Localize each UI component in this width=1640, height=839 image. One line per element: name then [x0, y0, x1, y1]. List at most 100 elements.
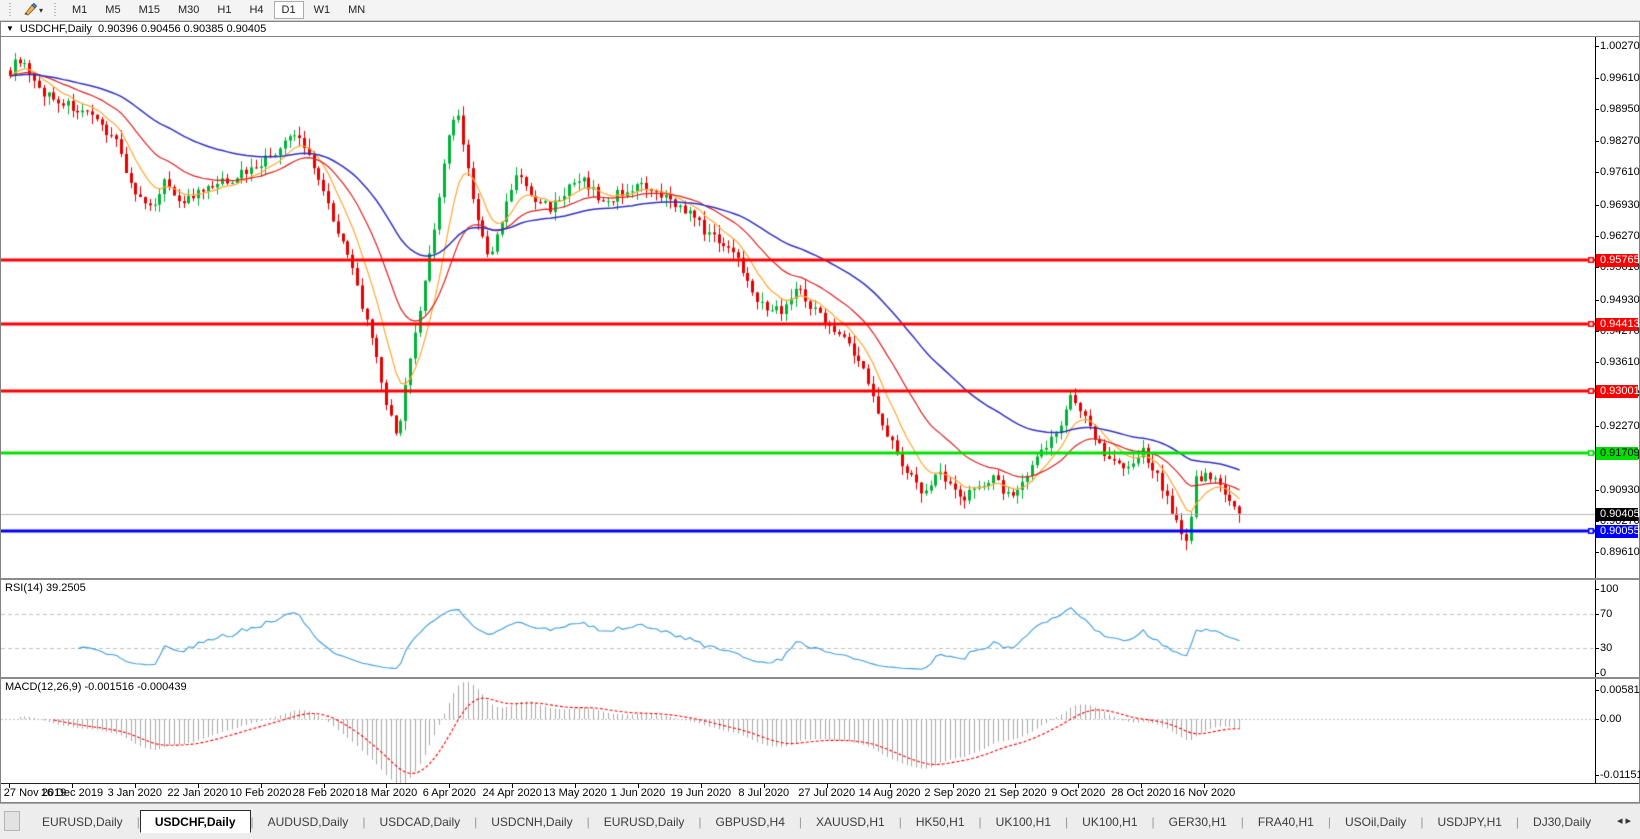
macd-canvas[interactable]: [1, 679, 1596, 783]
price-axis-tick: 1.00270: [1600, 40, 1640, 52]
rsi-axis-tick: 0: [1600, 667, 1606, 679]
timeframe-button-w1[interactable]: W1: [306, 1, 339, 19]
chart-tab-uk100-h1[interactable]: UK100,H1: [982, 810, 1065, 833]
axis-tick-mark: [1596, 673, 1599, 674]
rsi-canvas[interactable]: [1, 580, 1596, 677]
date-axis-label: 28 Oct 2020: [1111, 787, 1171, 799]
chart-tab-hk50-h1[interactable]: HK50,H1: [902, 810, 979, 833]
date-tick-mark: [827, 784, 828, 788]
date-tick-mark: [72, 784, 73, 788]
axis-tick-mark: [1596, 141, 1599, 142]
axis-tick-mark: [1596, 521, 1599, 522]
timeframe-button-m30[interactable]: M30: [170, 1, 207, 19]
chart-tab-eurusd-daily[interactable]: EURUSD,Daily: [28, 810, 137, 833]
macd-axis[interactable]: 0.0058180.00-0.011514: [1595, 679, 1639, 783]
chart-tab-bar: EURUSD,Daily|USDCHF,Daily|AUDUSD,Daily|U…: [0, 803, 1640, 839]
date-tick-mark: [1141, 784, 1142, 788]
axis-tick-mark: [1596, 552, 1599, 553]
date-axis-label: 1 Jun 2020: [611, 787, 665, 799]
date-axis-label: 16 Dec 2019: [41, 787, 103, 799]
date-tick-mark: [953, 784, 954, 788]
timeframe-button-mn[interactable]: MN: [340, 1, 373, 19]
date-axis-label: 22 Jan 2020: [167, 787, 228, 799]
price-axis-tick: 0.97610: [1600, 166, 1640, 178]
date-axis-label: 10 Feb 2020: [230, 787, 292, 799]
chart-window: ▼ USDCHF,Daily 0.90396 0.90456 0.90385 0…: [0, 21, 1640, 803]
tab-scroll-right-icon[interactable]: ▸: [1625, 815, 1634, 827]
axis-tick-mark: [1596, 78, 1599, 79]
chart-tab-audusd-daily[interactable]: AUDUSD,Daily: [254, 810, 363, 833]
price-axis-tick: 0.92270: [1600, 420, 1640, 432]
axis-tick-mark: [1596, 775, 1599, 776]
drawing-tool-icon: [23, 2, 37, 19]
date-tick-mark: [449, 784, 450, 788]
rsi-axis-tick: 100: [1600, 583, 1618, 595]
chart-tab-usdjpy-h1[interactable]: USDJPY,H1: [1423, 810, 1515, 833]
price-line-badge: 0.90405: [1596, 508, 1638, 521]
price-axis[interactable]: 1.002700.996100.989500.982700.976100.969…: [1595, 37, 1639, 578]
date-tick-mark: [261, 784, 262, 788]
timeframe-button-d1[interactable]: D1: [274, 1, 304, 19]
price-axis-tick: 0.98950: [1600, 103, 1640, 115]
date-tick-mark: [386, 784, 387, 788]
date-tick-mark: [638, 784, 639, 788]
chart-tab-xauusd-h1[interactable]: XAUUSD,H1: [802, 810, 899, 833]
macd-axis-tick: -0.011514: [1600, 769, 1640, 781]
chart-tab-usdcad-daily[interactable]: USDCAD,Daily: [365, 810, 474, 833]
date-tick-mark: [764, 784, 765, 788]
axis-tick-mark: [1596, 614, 1599, 615]
drawing-tool-dropdown-icon[interactable]: ▾: [39, 6, 43, 15]
rsi-pane: RSI(14) 39.2505 10070300: [1, 580, 1639, 677]
chart-tab-eurusd-daily[interactable]: EURUSD,Daily: [590, 810, 699, 833]
axis-tick-mark: [1596, 300, 1599, 301]
timeframe-button-m1[interactable]: M1: [64, 1, 95, 19]
toolbar-drag-handle[interactable]: [8, 3, 13, 18]
timeframe-button-group: M1M5M15M30H1H4D1W1MN: [64, 1, 373, 19]
timeframe-button-h4[interactable]: H4: [241, 1, 271, 19]
timeframe-toolbar-drag-handle[interactable]: [53, 3, 58, 18]
chart-tab-usdchf-daily[interactable]: USDCHF,Daily: [140, 810, 251, 833]
date-axis[interactable]: 27 Nov 201916 Dec 20193 Jan 202022 Jan 2…: [1, 783, 1639, 802]
date-axis-label: 9 Oct 2020: [1051, 787, 1105, 799]
chart-tab-usoil-daily[interactable]: USOil,Daily: [1331, 810, 1420, 833]
chart-tab-ger30-h1[interactable]: GER30,H1: [1155, 810, 1241, 833]
price-axis-tick: 0.99610: [1600, 72, 1640, 84]
price-axis-tick: 0.94930: [1600, 294, 1640, 306]
tab-bar-corner: [4, 811, 20, 831]
macd-axis-tick: 0.00: [1600, 713, 1621, 725]
date-tick-mark: [135, 784, 136, 788]
price-axis-tick: 0.90930: [1600, 484, 1640, 496]
chart-menu-arrow-icon[interactable]: ▼: [6, 25, 14, 33]
axis-tick-mark: [1596, 690, 1599, 691]
price-axis-tick: 0.96930: [1600, 199, 1640, 211]
timeframe-button-m15[interactable]: M15: [131, 1, 168, 19]
axis-tick-mark: [1596, 589, 1599, 590]
tab-scroll-arrows[interactable]: ◂▸: [1617, 814, 1634, 827]
date-axis-label: 3 Jan 2020: [108, 787, 162, 799]
date-tick-mark: [198, 784, 199, 788]
axis-tick-mark: [1596, 109, 1599, 110]
timeframe-button-h1[interactable]: H1: [209, 1, 239, 19]
price-chart-canvas[interactable]: [1, 37, 1596, 578]
date-tick-mark: [1204, 784, 1205, 788]
chart-tab-gbpusd-h4[interactable]: GBPUSD,H4: [702, 810, 799, 833]
chart-tab-uk100-h1[interactable]: UK100,H1: [1068, 810, 1151, 833]
chart-tab-usdcnh-daily[interactable]: USDCNH,Daily: [477, 810, 586, 833]
macd-label: MACD(12,26,9) -0.001516 -0.000439: [5, 681, 187, 693]
price-line-badge: 0.91709: [1596, 447, 1638, 460]
price-pane: 1.002700.996100.989500.982700.976100.969…: [1, 37, 1639, 578]
date-axis-label: 18 Mar 2020: [356, 787, 418, 799]
chart-tab-dj30-daily[interactable]: DJ30,Daily: [1519, 810, 1605, 833]
date-axis-label: 6 Apr 2020: [423, 787, 476, 799]
date-tick-mark: [9, 784, 10, 788]
timeframe-button-m5[interactable]: M5: [97, 1, 128, 19]
date-axis-label: 27 Jul 2020: [798, 787, 855, 799]
chart-tab-fra40-h1[interactable]: FRA40,H1: [1244, 810, 1328, 833]
price-line-badge: 0.94413: [1596, 318, 1638, 331]
drawing-tool-button[interactable]: ▾: [19, 0, 47, 21]
axis-tick-mark: [1596, 648, 1599, 649]
chart-ohlc-values: 0.90396 0.90456 0.90385 0.90405: [98, 23, 266, 35]
date-axis-label: 21 Sep 2020: [984, 787, 1046, 799]
rsi-axis[interactable]: 10070300: [1595, 580, 1639, 677]
date-axis-label: 28 Feb 2020: [293, 787, 355, 799]
